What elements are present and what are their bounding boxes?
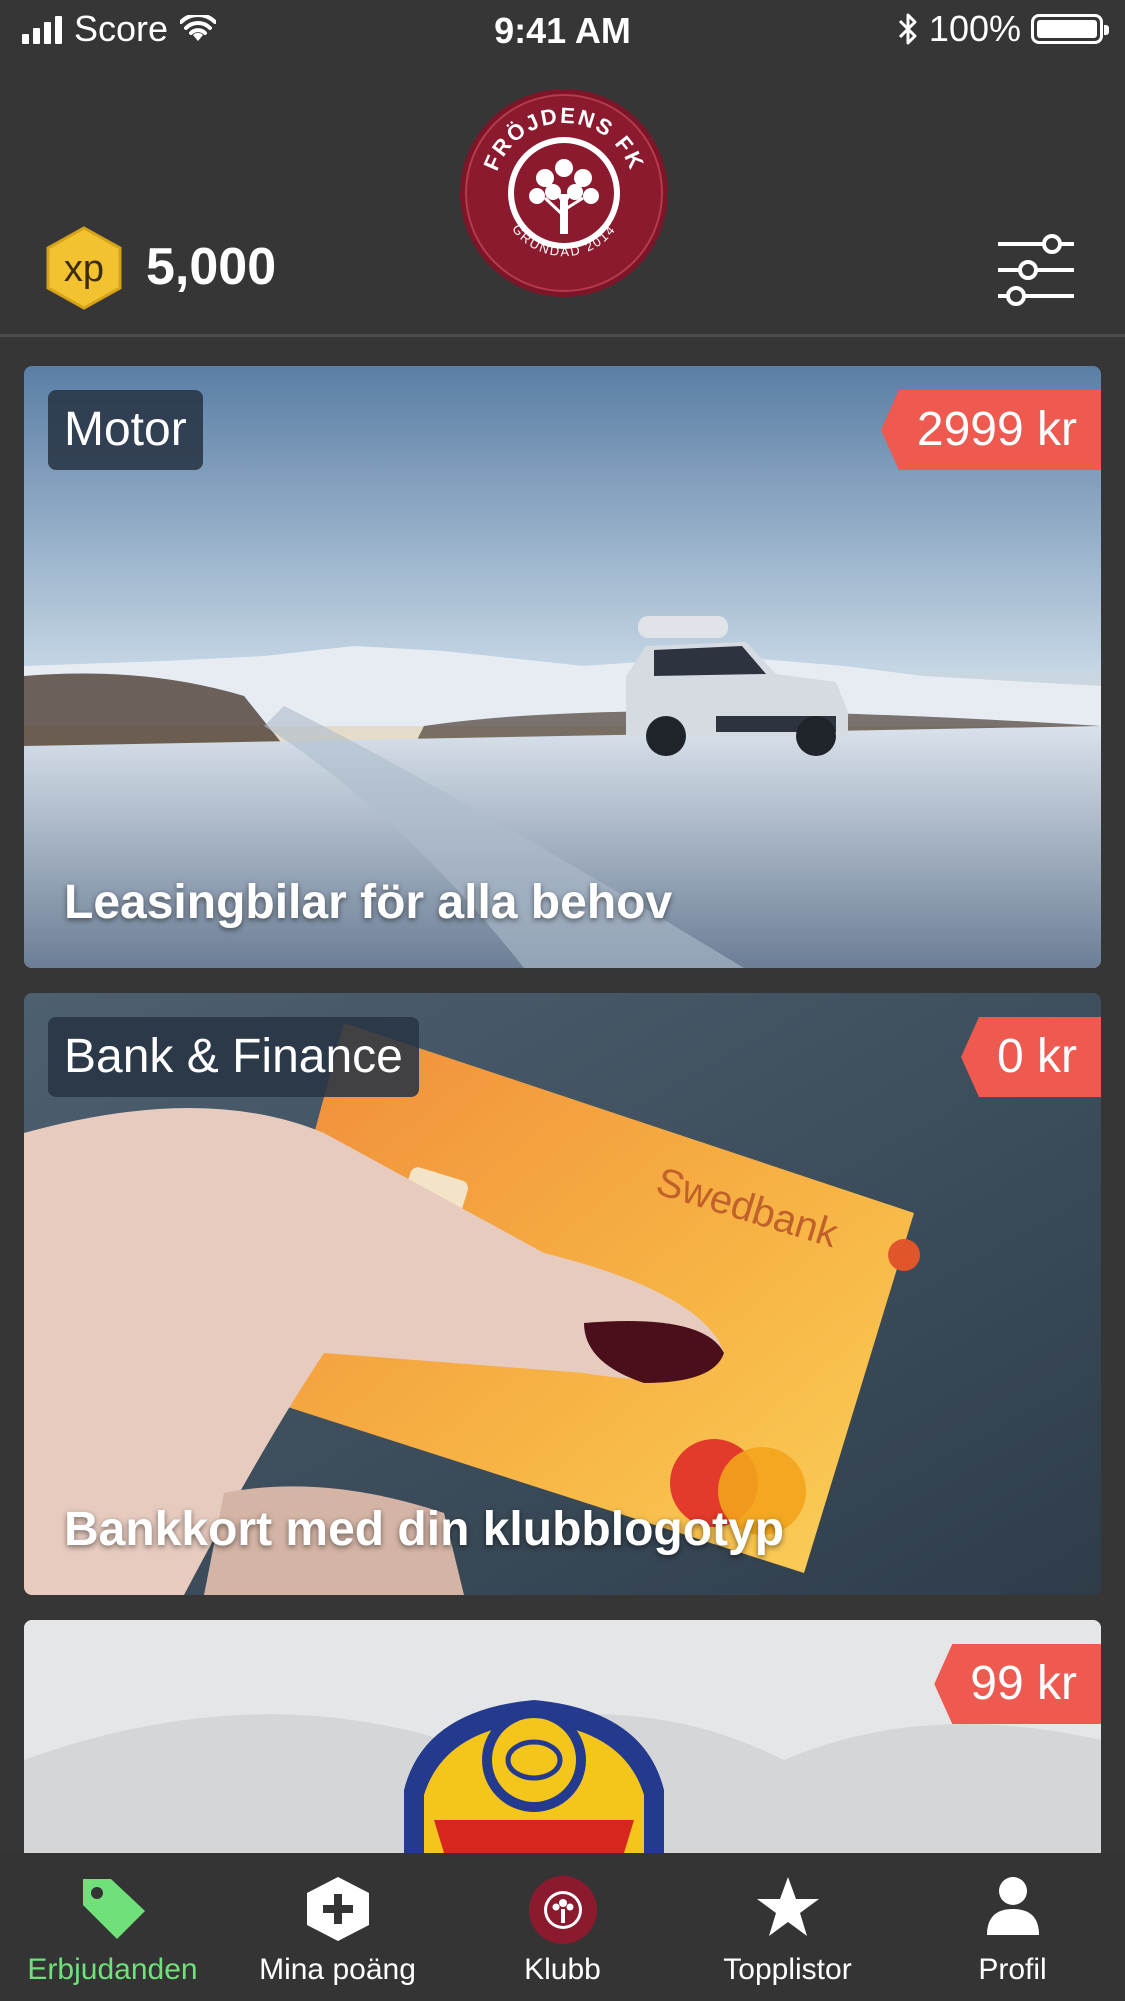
tab-mina-poang[interactable]: Mina poäng bbox=[225, 1853, 450, 2001]
battery-percent: 100% bbox=[928, 8, 1021, 49]
offer-card[interactable]: Swedbank Bank & Finance 0 kr Bankkort me… bbox=[24, 993, 1101, 1595]
club-logo[interactable]: FRÖJDENS FK GRUNDAD 2014 bbox=[457, 86, 671, 300]
status-bar: Score 9:41 AM 100% bbox=[0, 0, 1125, 62]
header-divider bbox=[0, 334, 1125, 337]
tab-bar: Erbjudanden Mina poäng Klubb Topplistor … bbox=[0, 1853, 1125, 2001]
filter-button[interactable] bbox=[996, 234, 1076, 306]
offer-title: Bankkort med din klubblogotyp bbox=[64, 1503, 785, 1556]
star-icon bbox=[748, 1875, 828, 1947]
tab-topplistor[interactable]: Topplistor bbox=[675, 1853, 900, 2001]
club-logo-icon bbox=[523, 1875, 603, 1947]
tab-klubb[interactable]: Klubb bbox=[450, 1853, 675, 2001]
tab-label: Mina poäng bbox=[259, 1953, 416, 1986]
tab-profil[interactable]: Profil bbox=[900, 1853, 1125, 2001]
offer-card[interactable]: Motor 2999 kr Leasingbilar för alla beho… bbox=[24, 366, 1101, 968]
price-tag: 2999 kr bbox=[880, 390, 1101, 470]
tab-label: Erbjudanden bbox=[27, 1953, 198, 1986]
offer-title: Leasingbilar för alla behov bbox=[64, 876, 673, 929]
tab-label: Klubb bbox=[524, 1953, 601, 1986]
price-tag: 99 kr bbox=[934, 1644, 1101, 1724]
tab-erbjudanden[interactable]: Erbjudanden bbox=[0, 1853, 225, 2001]
status-right: 100% bbox=[897, 8, 1109, 50]
sliders-icon bbox=[998, 234, 1074, 306]
category-badge: Motor bbox=[48, 390, 203, 470]
tab-label: Topplistor bbox=[723, 1953, 852, 1986]
svg-text:xp: xp bbox=[64, 248, 104, 290]
offer-image bbox=[24, 1620, 1101, 1853]
offer-card[interactable]: 99 kr bbox=[24, 1620, 1101, 1853]
tag-icon bbox=[73, 1875, 153, 1947]
category-badge: Bank & Finance bbox=[48, 1017, 419, 1097]
tab-label: Profil bbox=[978, 1953, 1047, 1986]
price-tag: 0 kr bbox=[960, 1017, 1101, 1097]
plus-hexagon-icon bbox=[298, 1875, 378, 1947]
person-icon bbox=[973, 1875, 1053, 1947]
battery-icon bbox=[1031, 14, 1109, 44]
bluetooth-icon bbox=[898, 13, 917, 45]
xp-badge: xp bbox=[44, 226, 124, 310]
xp-points: 5,000 bbox=[146, 238, 277, 296]
xp-coin-icon: xp bbox=[46, 226, 122, 310]
